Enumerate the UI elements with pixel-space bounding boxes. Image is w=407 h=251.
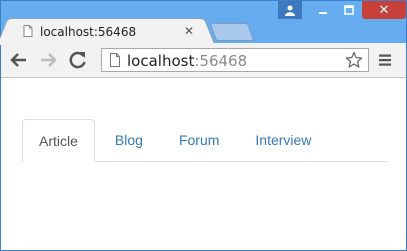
user-icon[interactable] [278, 1, 302, 19]
close-icon[interactable]: ✕ [184, 24, 194, 38]
close-window-button[interactable]: ✕ [362, 1, 406, 19]
maximize-button[interactable] [336, 1, 362, 19]
tab-interview[interactable]: Interview [239, 119, 327, 160]
new-tab-button[interactable] [209, 23, 255, 41]
window-controls: ✕ [278, 1, 406, 21]
url-host: localhost [127, 52, 195, 70]
address-bar[interactable]: localhost:56468 [101, 48, 369, 72]
tab-blog[interactable]: Blog [99, 119, 159, 160]
page-content: Article Blog Forum Interview [1, 78, 406, 250]
browser-toolbar: localhost:56468 [1, 43, 406, 78]
tab-article[interactable]: Article [22, 119, 95, 162]
minimize-button[interactable] [310, 1, 336, 19]
star-icon[interactable] [345, 51, 363, 69]
url-port: :56468 [194, 52, 248, 70]
hamburger-menu-icon[interactable] [378, 53, 392, 67]
back-arrow-icon[interactable] [9, 50, 29, 70]
tab-forum[interactable]: Forum [163, 119, 235, 160]
page-icon [23, 25, 33, 37]
url-text: localhost:56468 [127, 52, 247, 70]
reload-icon[interactable] [68, 50, 88, 70]
browser-tab[interactable]: localhost:56468 ✕ [7, 18, 205, 44]
tab-title: localhost:56468 [40, 25, 137, 39]
tab-strip: localhost:56468 ✕ ✕ [1, 1, 407, 44]
browser-window: localhost:56468 ✕ ✕ localhost:56468 Arti… [0, 0, 407, 251]
page-icon [110, 53, 120, 67]
nav-tabs: Article Blog Forum Interview [22, 119, 387, 162]
forward-arrow-icon[interactable] [38, 50, 58, 70]
